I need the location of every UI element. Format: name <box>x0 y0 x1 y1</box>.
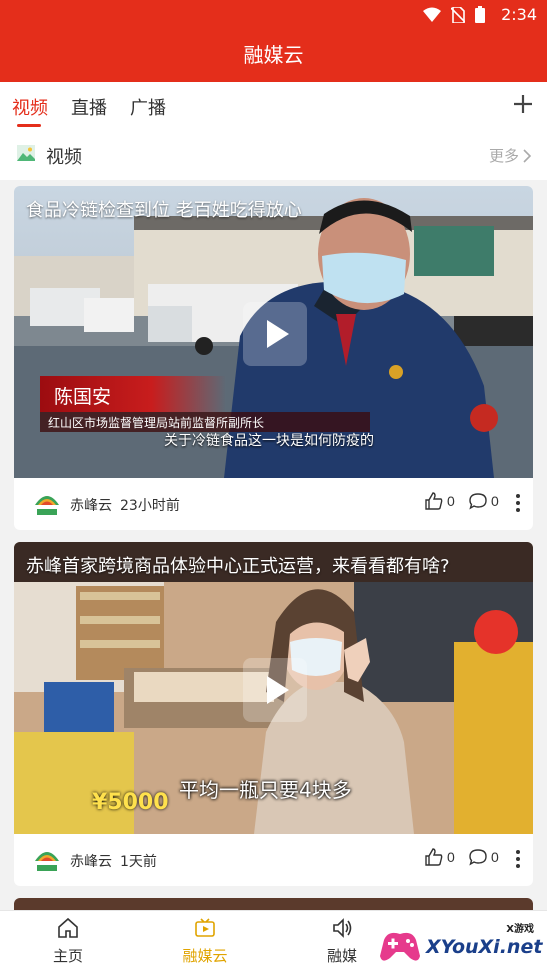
add-icon[interactable] <box>511 92 535 116</box>
play-icon <box>267 676 289 704</box>
like-button[interactable]: 0 <box>425 492 455 510</box>
video-icon <box>195 918 215 937</box>
tab-bar: 视频 直播 广播 <box>0 82 547 130</box>
more-label: 更多 <box>488 147 519 165</box>
more-options-icon[interactable] <box>513 492 523 514</box>
watermark-text: XYouXi.net <box>426 936 543 958</box>
wifi-icon <box>423 7 441 22</box>
source-name: 赤峰云 <box>70 498 112 514</box>
app-header: 融媒云 <box>0 30 547 82</box>
nav-label: 主页 <box>52 947 83 965</box>
comment-count: 0 <box>491 493 499 509</box>
comment-button[interactable]: 0 <box>469 492 499 510</box>
battery-icon <box>475 6 485 23</box>
card-meta: 赤峰云 23小时前 0 0 <box>14 478 533 530</box>
video-title: 食品冷链检查到位 老百姓吃得放心 <box>26 200 302 221</box>
nav-item-rongmeiyun[interactable]: 融媒云 <box>165 917 245 966</box>
nav-label: 融媒 <box>326 947 357 965</box>
play-button[interactable] <box>243 658 307 722</box>
name-banner: 陈国安 <box>40 376 226 412</box>
status-time: 2:34 <box>501 5 537 24</box>
price-tag: ¥5000 <box>92 790 169 815</box>
more-options-icon[interactable] <box>513 848 523 870</box>
video-subtitle: 平均一瓶只要4块多 <box>179 778 352 802</box>
speaker-icon <box>333 918 352 938</box>
tab-video[interactable]: 视频 <box>12 94 48 120</box>
more-link[interactable]: 更多 <box>489 145 531 166</box>
section-header: 视频 更多 <box>0 130 547 180</box>
publish-time: 23小时前 <box>120 498 180 514</box>
image-icon <box>17 145 35 161</box>
tab-live[interactable]: 直播 <box>71 94 107 120</box>
comment-icon <box>469 493 487 510</box>
status-bar: 2:34 <box>0 0 547 30</box>
like-button[interactable]: 0 <box>425 848 455 866</box>
chifengyun-logo-icon <box>35 852 59 871</box>
tab-active-indicator <box>17 124 41 127</box>
comment-count: 0 <box>491 849 499 865</box>
chifengyun-logo-icon <box>35 496 59 515</box>
status-icons <box>423 6 485 23</box>
no-sim-icon <box>451 6 465 23</box>
nav-label: 融媒云 <box>182 947 228 965</box>
video-thumbnail[interactable]: 陈国安 红山区市场监督管理局站前监督所副所长 关于冷链食品这一块是如何防疫的 食… <box>14 186 533 478</box>
like-count: 0 <box>447 849 455 865</box>
app-title: 融媒云 <box>243 43 304 67</box>
role-banner: 红山区市场监督管理局站前监督所副所长 <box>40 412 370 432</box>
video-card[interactable]: ¥5000 平均一瓶只要4块多 赤峰首家跨境商品体验中心正式运营，来看看都有啥?… <box>14 542 533 886</box>
video-thumbnail[interactable]: ¥5000 平均一瓶只要4块多 赤峰首家跨境商品体验中心正式运营，来看看都有啥? <box>14 542 533 834</box>
person-role: 红山区市场监督管理局站前监督所副所长 <box>48 416 265 430</box>
section-title: 视频 <box>46 147 82 168</box>
person-name: 陈国安 <box>54 386 112 408</box>
home-icon <box>58 917 78 938</box>
like-count: 0 <box>447 493 455 509</box>
comment-icon <box>469 849 487 866</box>
play-icon <box>267 320 289 348</box>
play-button[interactable] <box>243 302 307 366</box>
tab-radio[interactable]: 广播 <box>130 94 166 120</box>
comment-button[interactable]: 0 <box>469 848 499 866</box>
nav-item-rongmei[interactable]: 融媒 <box>302 917 382 966</box>
video-card[interactable]: 陈国安 红山区市场监督管理局站前监督所副所长 关于冷链食品这一块是如何防疫的 食… <box>14 186 533 530</box>
watermark-small-text: X游戏 <box>506 924 534 935</box>
nav-item-home[interactable]: 主页 <box>28 917 108 966</box>
gamepad-icon <box>380 932 420 961</box>
card-meta: 赤峰云 1天前 0 0 <box>14 834 533 886</box>
thumbs-up-icon <box>425 848 443 866</box>
publish-time: 1天前 <box>120 854 157 870</box>
video-subtitle: 关于冷链食品这一块是如何防疫的 <box>164 433 374 449</box>
thumbs-up-icon <box>425 492 443 510</box>
source-name: 赤峰云 <box>70 854 112 870</box>
site-watermark: X游戏 XYouXi.net <box>374 916 544 972</box>
video-title: 赤峰首家跨境商品体验中心正式运营，来看看都有啥? <box>26 556 450 577</box>
chevron-right-icon <box>523 148 531 163</box>
